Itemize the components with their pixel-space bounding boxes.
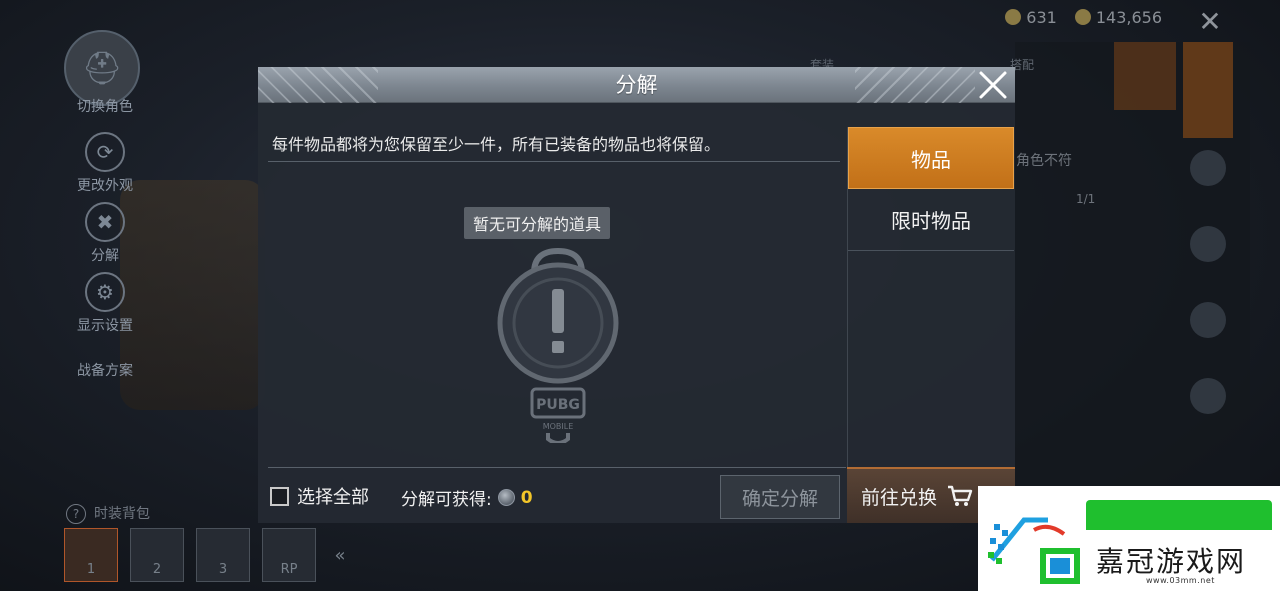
divider <box>268 161 840 162</box>
item-list-area: 每件物品都将为您保留至少一件，所有已装备的物品也将保留。 暂无可分解的道具 PU… <box>268 123 840 469</box>
empty-state-label: 暂无可分解的道具 <box>464 207 611 239</box>
gain-value: 0 <box>520 487 533 508</box>
select-all-label: 选择全部 <box>297 487 369 508</box>
switch-character-button[interactable]: 切换角色 <box>55 96 155 116</box>
category-tabs: 物品 限时物品 <box>847 127 1014 467</box>
change-appearance-button[interactable]: ⟳ 更改外观 <box>55 132 155 195</box>
coupon-count: 631 <box>1005 8 1057 27</box>
wheel-icon[interactable] <box>1190 302 1226 338</box>
decompose-icon: ✖ <box>85 202 125 242</box>
hat-icon[interactable] <box>1190 150 1226 186</box>
close-icon[interactable] <box>975 67 1011 103</box>
parachute-icon[interactable] <box>1190 378 1226 414</box>
background-right-icons <box>1190 150 1230 454</box>
decompose-menu-button[interactable]: ✖ 分解 <box>55 202 155 265</box>
gun-icon[interactable] <box>1190 226 1226 262</box>
decompose-gain: 分解可获得: 0 <box>401 485 533 511</box>
backpack-slot[interactable]: 3 <box>196 528 250 582</box>
watermark-text: 嘉冠游戏网 <box>1096 545 1247 578</box>
help-icon[interactable]: ? <box>66 504 86 524</box>
bp-count: 143,656 <box>1074 8 1162 27</box>
divider <box>268 467 846 468</box>
gear-icon: ⚙ <box>85 272 125 312</box>
backpack-slot[interactable]: 1 <box>64 528 118 582</box>
background-count: 1/1 <box>1076 192 1096 206</box>
action-bar: 选择全部 分解可获得: 0 确定分解 <box>268 469 846 523</box>
background-note: 角色不符 <box>1016 153 1072 169</box>
checkbox-box[interactable] <box>270 486 289 506</box>
collapse-arrow-icon[interactable]: « <box>328 528 352 582</box>
dialog-title: 分解 <box>615 73 658 97</box>
menu-label: 切换角色 <box>77 99 133 115</box>
confirm-decompose-button[interactable]: 确定分解 <box>720 475 840 519</box>
menu-label: 显示设置 <box>77 318 133 334</box>
site-logo-icon <box>988 517 1080 584</box>
bp-coin-icon <box>1074 9 1091 25</box>
select-all-checkbox[interactable]: 选择全部 <box>270 483 369 509</box>
backpack-slots: 1 2 3 RP « <box>64 528 352 582</box>
emblem-text: PUBG <box>536 397 580 413</box>
menu-label: 战备方案 <box>77 363 133 379</box>
cart-icon <box>948 485 973 506</box>
currency-bar: 631 143,656 <box>1005 8 1220 27</box>
dialog-header: 分解 <box>258 67 1015 103</box>
site-watermark: 嘉冠游戏网 www.03mm.net <box>978 486 1280 591</box>
tab-limited-items[interactable]: 限时物品 <box>848 189 1014 251</box>
dialog-body: 每件物品都将为您保留至少一件，所有已装备的物品也将保留。 暂无可分解的道具 PU… <box>258 103 1015 523</box>
watermark-banner <box>1086 500 1272 530</box>
background-close-icon[interactable]: ✕ <box>1192 4 1228 40</box>
decompose-dialog: 分解 每件物品都将为您保留至少一件，所有已装备的物品也将保留。 暂无可分解的道具… <box>258 67 1015 523</box>
redeem-label: 前往兑换 <box>861 486 938 509</box>
tab-items[interactable]: 物品 <box>848 127 1014 189</box>
backpack-slot[interactable]: RP <box>262 528 316 582</box>
background-character-tab[interactable] <box>1183 42 1233 138</box>
loadout-plan-button[interactable]: 战备方案 <box>55 360 155 380</box>
silver-fragment-icon <box>497 489 515 506</box>
backpack-label: ? 时装背包 <box>66 503 150 524</box>
refresh-icon: ⟳ <box>85 132 125 172</box>
menu-label: 分解 <box>91 248 119 264</box>
display-settings-button[interactable]: ⚙ 显示设置 <box>55 272 155 335</box>
watermark-url: www.03mm.net <box>1146 576 1215 585</box>
background-outfit-tab[interactable] <box>1114 42 1176 110</box>
helmet-icon[interactable]: ⛑ <box>64 30 140 106</box>
emblem-subtext: MOBILE <box>543 422 574 431</box>
gain-label: 分解可获得: <box>401 490 492 510</box>
backpack-slot[interactable]: 2 <box>130 528 184 582</box>
retention-notice: 每件物品都将为您保留至少一件，所有已装备的物品也将保留。 <box>272 135 721 154</box>
pubg-pan-emblem-icon: PUBG MOBILE <box>497 247 619 443</box>
coupon-icon <box>1005 9 1022 25</box>
menu-label: 更改外观 <box>77 178 133 194</box>
